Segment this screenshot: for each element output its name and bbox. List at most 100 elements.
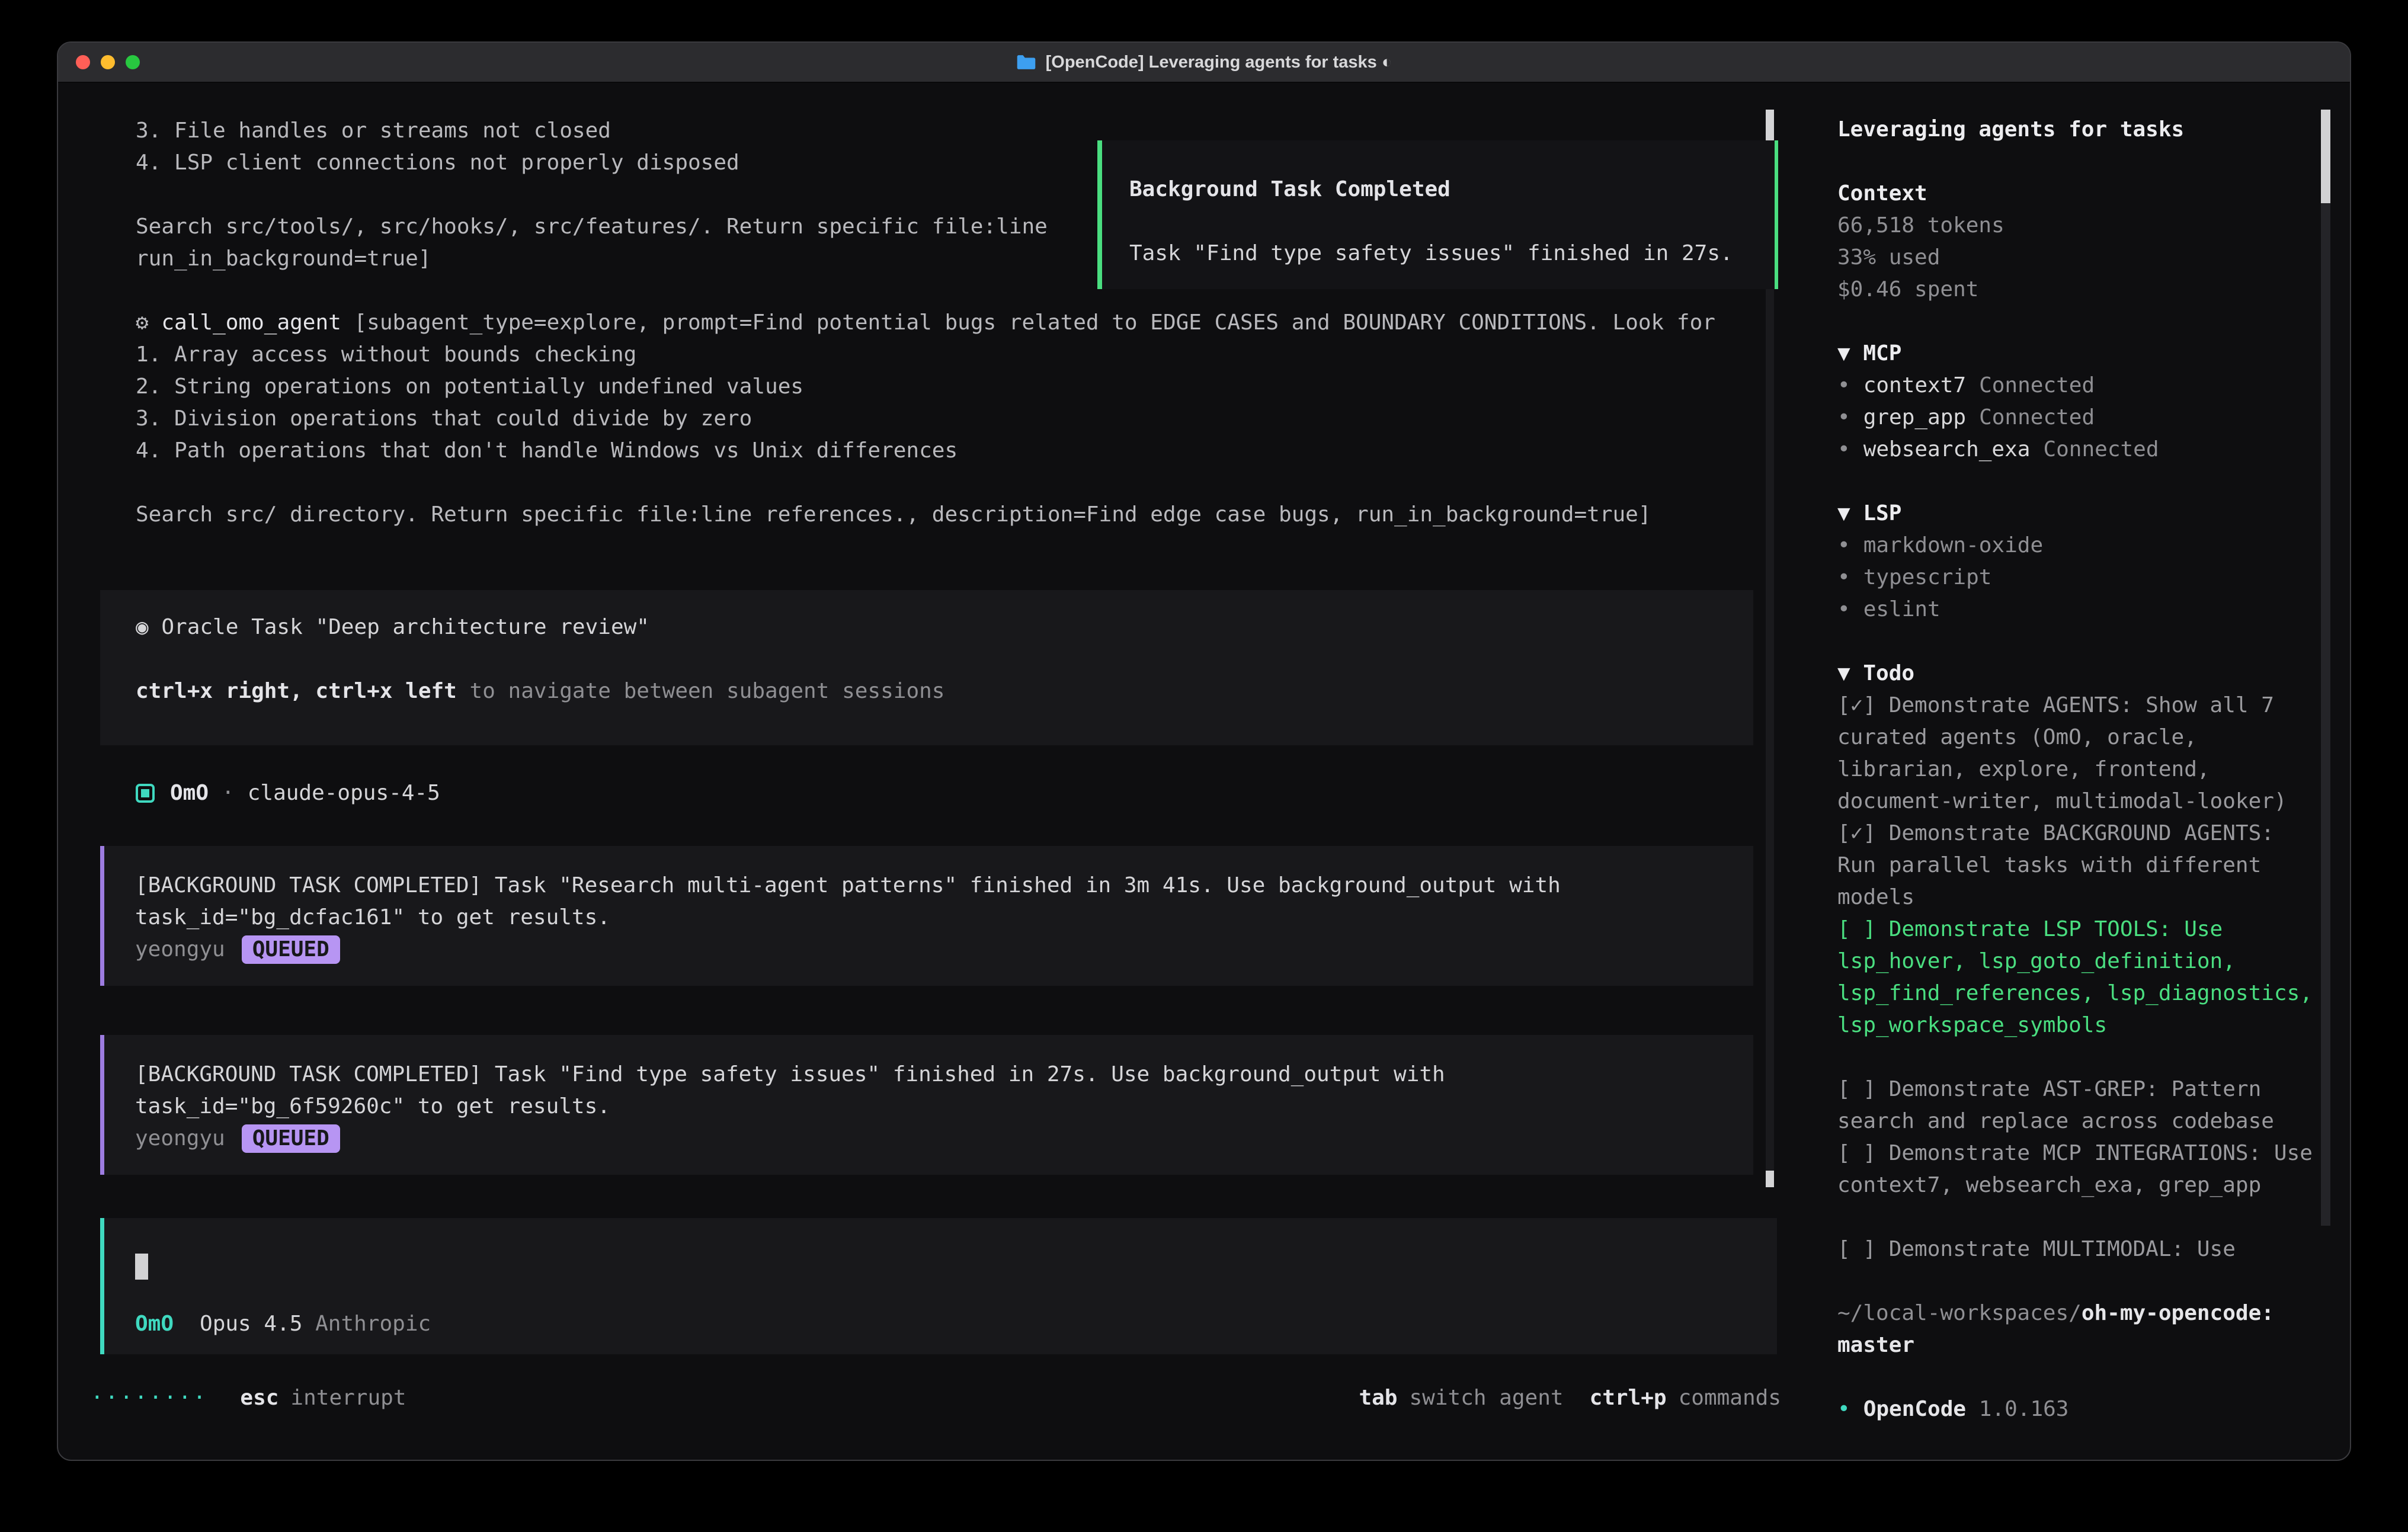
- app-version-row: • OpenCode 1.0.163: [1837, 1393, 2320, 1425]
- app-name: OpenCode: [1863, 1397, 1966, 1421]
- spacer: [1837, 306, 2320, 338]
- tool-list-item: 4. Path operations that don't handle Win…: [136, 435, 1753, 467]
- tool-list-item: 1. Array access without bounds checking: [136, 339, 1753, 371]
- spacer: [1837, 626, 2320, 658]
- mcp-name: context7: [1863, 373, 1966, 398]
- spacer: [1837, 1041, 2320, 1073]
- todo-item-pending: [ ] Demonstrate MCP INTEGRATIONS: Use co…: [1837, 1137, 2320, 1201]
- folder-icon: [1016, 54, 1036, 70]
- lsp-name: eslint: [1863, 597, 1941, 621]
- oracle-navigation-hint: ctrl+x right, ctrl+x left to navigate be…: [136, 675, 1753, 707]
- oracle-record-icon: ◉: [136, 615, 149, 639]
- tab-key-hint: tab: [1359, 1382, 1397, 1414]
- input-model-name: Opus 4.5: [200, 1312, 302, 1336]
- bullet-icon: •: [1837, 1397, 1850, 1421]
- todo-section-heading[interactable]: ▼ Todo: [1837, 658, 2320, 690]
- message-author: yeongyu: [135, 937, 225, 961]
- minimize-button[interactable]: [101, 55, 115, 69]
- message-meta-row: yeongyu QUEUED: [135, 934, 1735, 966]
- tool-call-block: ⚙ call_omo_agent [subagent_type=explore,…: [100, 307, 1753, 531]
- zoom-button[interactable]: [126, 55, 140, 69]
- todo-item-done: [✓] Demonstrate BACKGROUND AGENTS: Run p…: [1837, 818, 2320, 914]
- window-title: [OpenCode] Leveraging agents for tasks ◐: [1016, 46, 1392, 78]
- spacer: [1837, 466, 2320, 498]
- ctrlp-key-label: commands: [1679, 1382, 1781, 1414]
- spacer: [1837, 1201, 2320, 1233]
- esc-key-label: interrupt: [290, 1382, 406, 1414]
- status-right: tab switch agent ctrl+p commands: [1359, 1382, 1781, 1414]
- workspace-repo: oh-my-opencode:: [2082, 1301, 2274, 1325]
- queued-badge: QUEUED: [242, 1124, 340, 1153]
- toast-blank-line: [1129, 206, 1751, 238]
- lsp-item: • eslint: [1837, 594, 2320, 626]
- spinner-dots: ········: [91, 1382, 207, 1414]
- bullet-icon: •: [1837, 597, 1850, 621]
- mcp-status: Connected: [1979, 373, 2095, 398]
- bullet-icon: •: [1837, 373, 1850, 398]
- oracle-task-panel: ◉ Oracle Task "Deep architecture review"…: [100, 590, 1753, 745]
- mcp-name: grep_app: [1863, 405, 1966, 430]
- tab-key-label: switch agent: [1409, 1382, 1563, 1414]
- oracle-task-title-row: ◉ Oracle Task "Deep architecture review": [136, 611, 1753, 643]
- input-provider-name: Anthropic: [315, 1312, 431, 1336]
- session-title: Leveraging agents for tasks: [1837, 114, 2320, 146]
- bullet-icon: •: [1837, 437, 1850, 461]
- traffic-lights: [76, 43, 140, 82]
- queued-badge: QUEUED: [242, 935, 340, 964]
- sidebar-scrollbar-thumb[interactable]: [2321, 110, 2330, 203]
- hint-keys: ctrl+x right, ctrl+x left: [136, 679, 457, 703]
- context-heading: Context: [1837, 178, 2320, 210]
- context-used: 33% used: [1837, 242, 2320, 274]
- tool-call-footer: Search src/ directory. Return specific f…: [136, 499, 1753, 531]
- lsp-name: typescript: [1863, 565, 1992, 589]
- mcp-item: •grep_appConnected: [1837, 402, 2320, 434]
- background-task-toast: Background Task Completed Task "Find typ…: [1097, 140, 1778, 289]
- sidebar-scrollbar[interactable]: [2321, 110, 2330, 1226]
- separator-dot: ·: [222, 777, 235, 809]
- window-titlebar: [OpenCode] Leveraging agents for tasks ◐: [58, 43, 2350, 83]
- context-tokens: 66,518 tokens: [1837, 210, 2320, 242]
- log-blank-line: [136, 467, 1753, 499]
- tool-list-item: 3. Division operations that could divide…: [136, 403, 1753, 435]
- lsp-item: • typescript: [1837, 562, 2320, 594]
- app-version: 1.0.163: [1979, 1397, 2069, 1421]
- mcp-status: Connected: [2043, 437, 2159, 461]
- opencode-terminal-window: [OpenCode] Leveraging agents for tasks ◐…: [57, 41, 2351, 1461]
- todo-item-pending: [ ] Demonstrate AST-GREP: Pattern search…: [1837, 1073, 2320, 1137]
- agent-name: OmO: [170, 777, 209, 809]
- hint-text: to navigate between subagent sessions: [457, 679, 945, 703]
- tool-list-item: 2. String operations on potentially unde…: [136, 371, 1753, 403]
- agent-header: OmO · claude-opus-4-5: [100, 777, 1753, 809]
- message-line: task_id="bg_dcfac161" to get results.: [135, 902, 1735, 934]
- todo-item-done: [✓] Demonstrate AGENTS: Show all 7 curat…: [1837, 690, 2320, 818]
- todo-item-pending: [ ] Demonstrate MULTIMODAL: Use: [1837, 1233, 2320, 1265]
- oracle-task-title: Oracle Task "Deep architecture review": [149, 615, 649, 639]
- prompt-input[interactable]: OmOOpus 4.5 Anthropic: [100, 1218, 1777, 1354]
- context-spent: $0.46 spent: [1837, 274, 2320, 306]
- background-task-message: [BACKGROUND TASK COMPLETED] Task "Resear…: [100, 846, 1753, 986]
- close-button[interactable]: [76, 55, 90, 69]
- log-blank-line: [136, 643, 1753, 675]
- message-author: yeongyu: [135, 1126, 225, 1150]
- sidebar: Leveraging agents for tasks Context 66,5…: [1837, 114, 2320, 1425]
- tool-call-header: ⚙ call_omo_agent [subagent_type=explore,…: [136, 307, 1753, 339]
- mcp-item: • context7 Connected: [1837, 370, 2320, 402]
- model-row: OmOOpus 4.5 Anthropic: [135, 1308, 1777, 1340]
- workspace-branch: master: [1837, 1329, 2320, 1361]
- message-line: [BACKGROUND TASK COMPLETED] Task "Resear…: [135, 870, 1735, 902]
- toast-title: Background Task Completed: [1129, 174, 1751, 206]
- bullet-icon: •: [1837, 565, 1850, 589]
- message-line: task_id="bg_6f59260c" to get results.: [135, 1091, 1735, 1123]
- mcp-section-heading[interactable]: ▼ MCP: [1837, 338, 2320, 370]
- ctrlp-key-hint: ctrl+p: [1590, 1382, 1667, 1414]
- mcp-status: Connected: [1979, 405, 2095, 430]
- message-meta-row: yeongyu QUEUED: [135, 1123, 1735, 1155]
- lsp-section-heading[interactable]: ▼ LSP: [1837, 498, 2320, 530]
- message-line: [BACKGROUND TASK COMPLETED] Task "Find t…: [135, 1059, 1735, 1091]
- agent-checkbox-icon: [136, 784, 155, 803]
- chat-scrollbar-thumb-bottom[interactable]: [1766, 1171, 1774, 1187]
- mcp-item: •websearch_exaConnected: [1837, 434, 2320, 466]
- lsp-item: •markdown-oxide: [1837, 530, 2320, 562]
- window-title-text: [OpenCode] Leveraging agents for tasks ◐: [1046, 46, 1392, 78]
- esc-key-hint: esc: [240, 1382, 278, 1414]
